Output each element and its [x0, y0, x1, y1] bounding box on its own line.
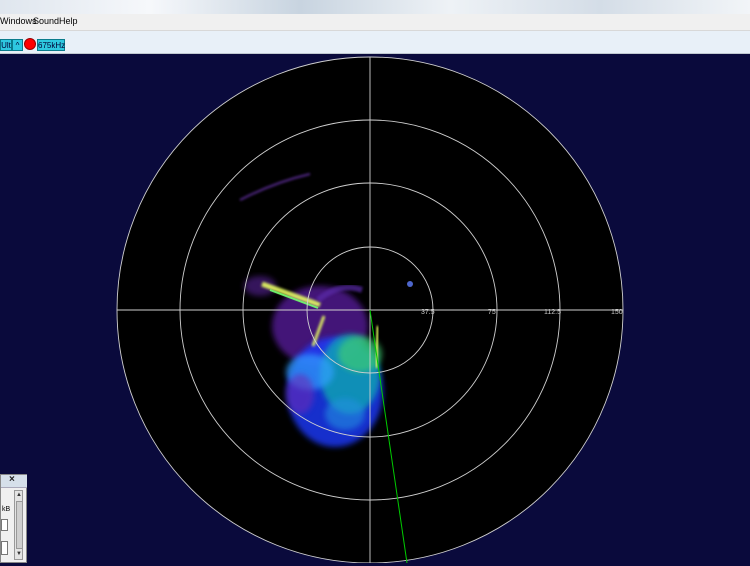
window-title-bar — [0, 0, 750, 14]
range-label-37-5: 37.5 — [421, 309, 435, 316]
chevron-up-icon: ^ — [15, 41, 20, 50]
scroll-thumb[interactable] — [16, 501, 23, 549]
mode-button[interactable]: Ult — [0, 39, 12, 51]
panel-field[interactable] — [1, 519, 8, 531]
menu-help[interactable]: Help — [59, 16, 78, 26]
menu-sound[interactable]: Sound — [33, 16, 59, 26]
range-label-75: 75 — [488, 309, 496, 316]
sonar-display[interactable]: 37.5 75 112.5 150 — [0, 54, 750, 564]
frequency-button[interactable]: 675kHz — [37, 39, 65, 51]
floating-panel: × kB ▲ ▼ — [0, 474, 27, 563]
range-label-112-5: 112.5 — [544, 309, 561, 316]
menu-bar: Windows Sound Help — [0, 14, 750, 31]
panel-title-bar: × — [1, 474, 27, 488]
panel-scrollbar[interactable]: ▲ ▼ — [14, 490, 23, 560]
range-label-150: 150 — [611, 309, 623, 316]
mode-up-button[interactable]: ^ — [12, 39, 23, 51]
scroll-up-icon[interactable]: ▲ — [16, 492, 22, 498]
record-icon[interactable] — [24, 38, 36, 50]
menu-windows[interactable]: Windows — [0, 16, 37, 26]
toolbar: Ult ^ 675kHz — [0, 31, 750, 54]
close-icon[interactable]: × — [9, 474, 15, 485]
unit-label: kB — [2, 506, 11, 513]
scroll-down-icon[interactable]: ▼ — [16, 551, 22, 557]
panel-field-lower[interactable] — [1, 541, 8, 555]
